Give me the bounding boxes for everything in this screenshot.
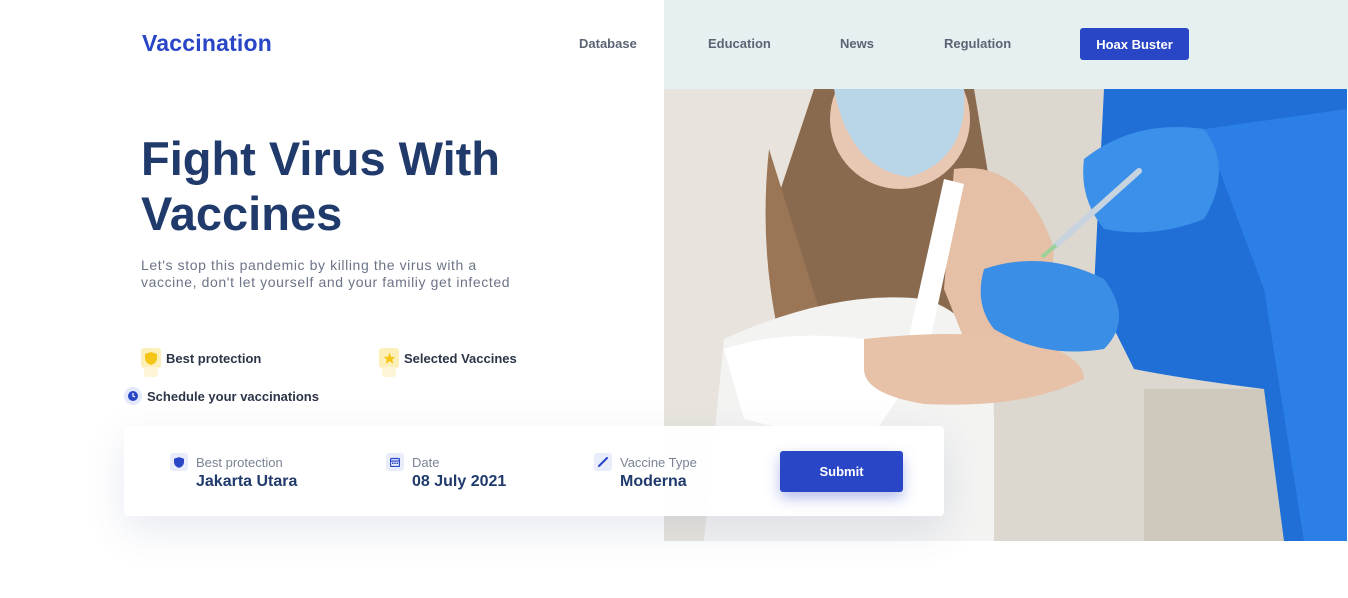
vaccine-type-value: Moderna: [620, 473, 687, 490]
nav-link-news[interactable]: News: [840, 36, 874, 51]
vaccine-type-label: Vaccine Type: [620, 454, 697, 470]
feature-label: Schedule your vaccinations: [147, 388, 319, 404]
shield-icon: [170, 453, 188, 471]
nav-link-education[interactable]: Education: [708, 36, 771, 51]
feature-label: Selected Vaccines: [404, 350, 517, 366]
booking-card: Best protection Jakarta Utara Date 08 Ju…: [124, 426, 944, 516]
hero-title: Fight Virus With Vaccines: [141, 132, 501, 240]
hoax-buster-button[interactable]: Hoax Buster: [1080, 28, 1189, 60]
nav-link-database[interactable]: Database: [579, 36, 637, 51]
syringe-icon: [594, 453, 612, 471]
shield-icon: [141, 348, 161, 377]
submit-button[interactable]: Submit: [780, 451, 903, 492]
star-icon: [379, 348, 399, 377]
location-field[interactable]: Best protection Jakarta Utara: [170, 453, 297, 491]
nav-link-regulation[interactable]: Regulation: [944, 36, 1011, 51]
vaccine-type-field[interactable]: Vaccine Type Moderna: [594, 453, 697, 491]
calendar-icon: [386, 453, 404, 471]
hero-description: Let's stop this pandemic by killing the …: [141, 257, 511, 290]
feature-label: Best protection: [166, 350, 262, 366]
location-label: Best protection: [196, 454, 283, 470]
clock-icon: [124, 387, 142, 405]
feature-selected-vaccines: Selected Vaccines: [379, 348, 517, 377]
date-label: Date: [412, 454, 440, 470]
location-value: Jakarta Utara: [196, 473, 298, 490]
feature-best-protection: Best protection: [141, 348, 262, 377]
feature-schedule[interactable]: Schedule your vaccinations: [124, 387, 319, 405]
date-field[interactable]: Date 08 July 2021: [386, 453, 506, 491]
date-value: 08 July 2021: [412, 473, 507, 490]
brand-logo[interactable]: Vaccination: [142, 30, 272, 57]
